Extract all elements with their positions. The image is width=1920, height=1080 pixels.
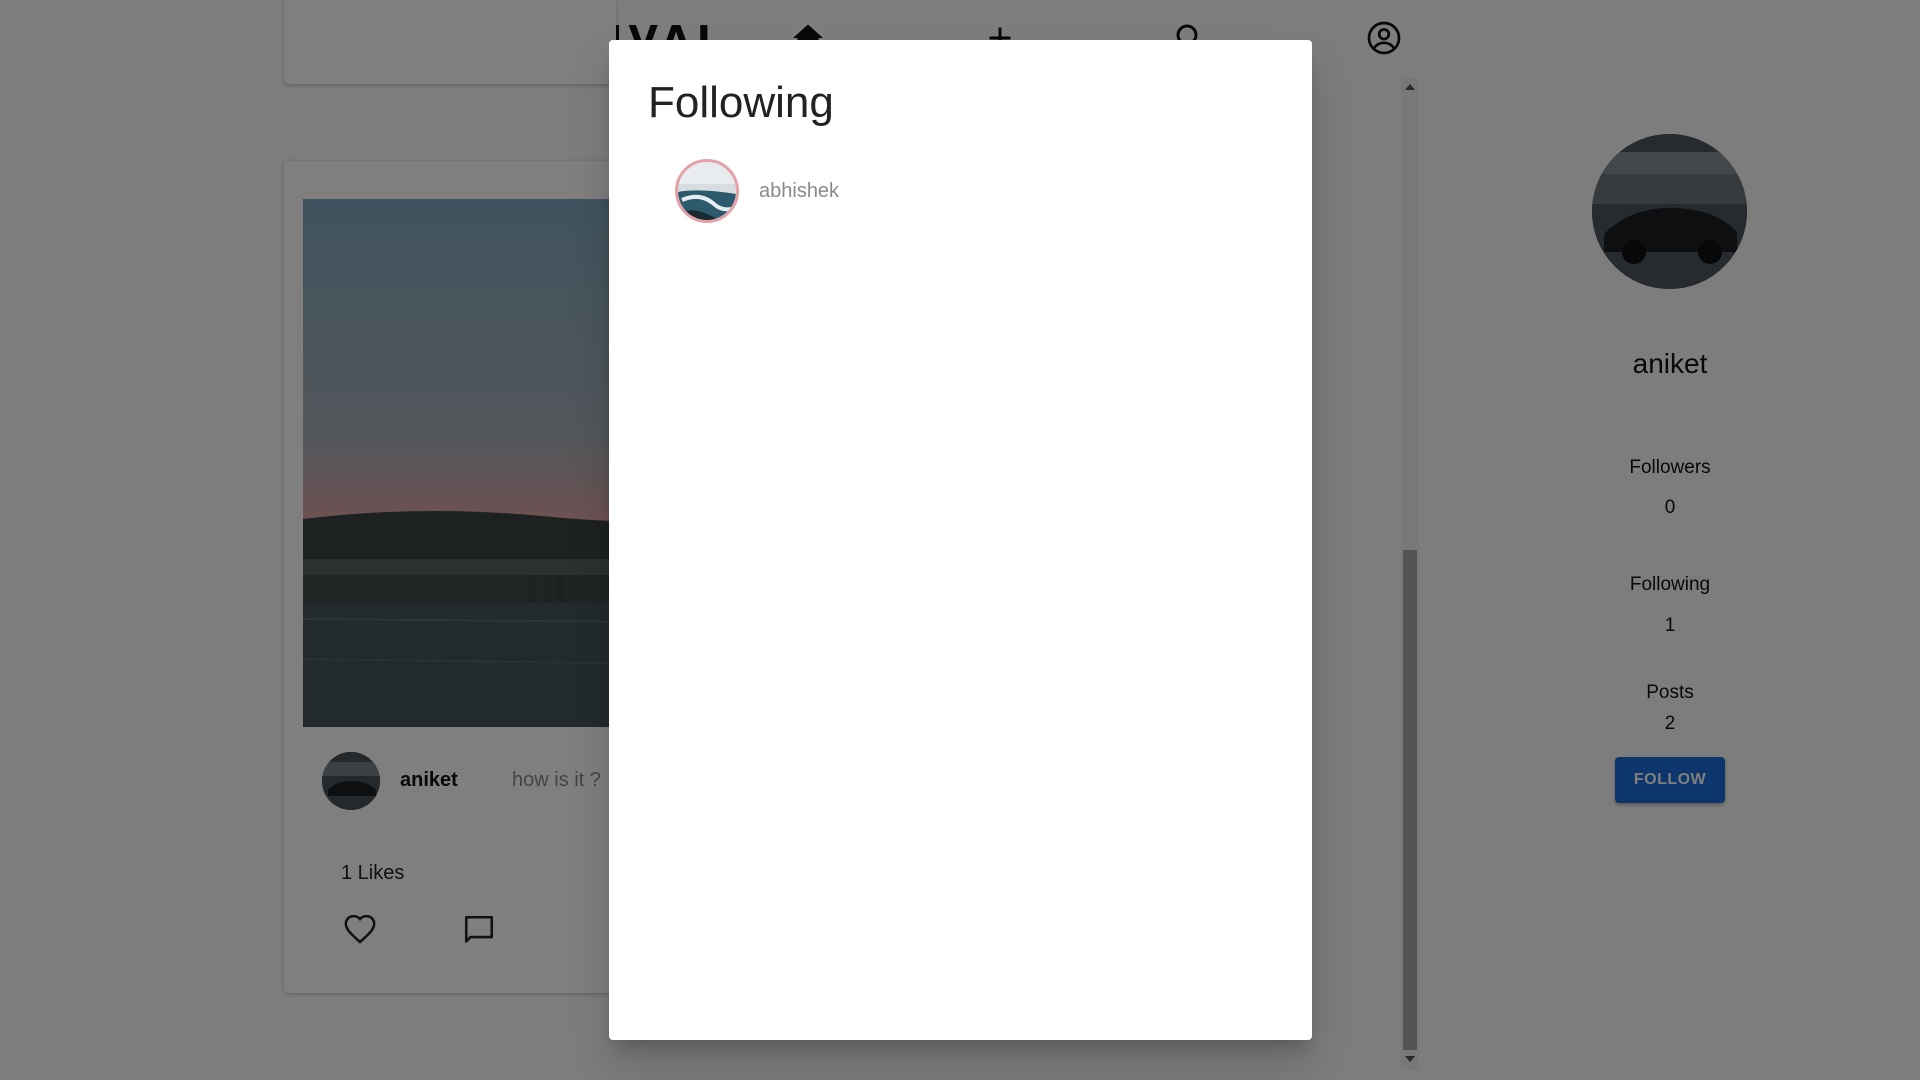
following-username[interactable]: abhishek bbox=[759, 180, 839, 203]
following-list-item[interactable]: abhishek bbox=[667, 150, 1167, 223]
dialog-title: Following bbox=[648, 78, 834, 127]
following-dialog: Following abhishek bbox=[609, 40, 1312, 1040]
following-user-avatar[interactable] bbox=[675, 159, 739, 223]
